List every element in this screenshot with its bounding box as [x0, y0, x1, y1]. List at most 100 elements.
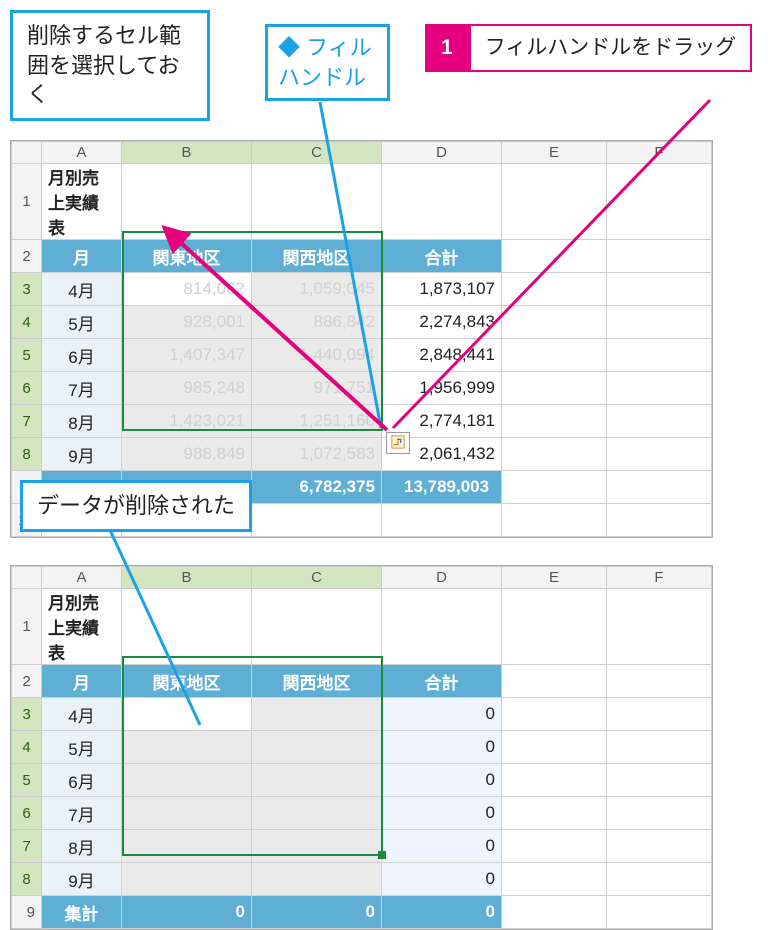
cell-A8[interactable]: 9月 — [42, 438, 122, 471]
row-header-2[interactable]: 2 — [12, 665, 42, 698]
header-kanto[interactable]: 関東地区 — [122, 240, 252, 273]
header-kansai[interactable]: 関西地区 — [252, 665, 382, 698]
cell-A9[interactable]: 集計 — [42, 896, 122, 929]
col-header-A[interactable]: A — [42, 567, 122, 589]
cell-B4[interactable]: 928,001 — [122, 306, 252, 339]
row-header-5[interactable]: 5 — [12, 764, 42, 797]
row-header-2[interactable]: 2 — [12, 240, 42, 273]
row-header-4[interactable]: 4 — [12, 731, 42, 764]
cell-A6[interactable]: 7月 — [42, 372, 122, 405]
cell-D6[interactable]: 0 — [382, 797, 502, 830]
step-text: フィルハンドルをドラッグ — [469, 24, 753, 72]
cell-B5[interactable] — [122, 764, 252, 797]
cell-D7[interactable]: 0 — [382, 830, 502, 863]
cell-B3[interactable]: 814,062 — [122, 273, 252, 306]
header-tsuki[interactable]: 月 — [42, 665, 122, 698]
callout-select-range: 削除するセル範囲を選択しておく — [10, 10, 210, 121]
col-header-A[interactable]: A — [42, 142, 122, 164]
callout-text: データが削除された — [37, 493, 235, 518]
cell-A7[interactable]: 8月 — [42, 830, 122, 863]
cell-D3[interactable]: 0 — [382, 698, 502, 731]
header-gokei[interactable]: 合計 — [382, 240, 502, 273]
cell-D8[interactable]: 0 — [382, 863, 502, 896]
cell-B7[interactable]: 1,423,021 — [122, 405, 252, 438]
cell-B8[interactable] — [122, 863, 252, 896]
cell-A6[interactable]: 7月 — [42, 797, 122, 830]
cell-D9[interactable]: 0 — [382, 896, 502, 929]
col-header-F[interactable]: F — [607, 142, 712, 164]
cell-D5[interactable]: 2,848,441 — [382, 339, 502, 372]
row-header-9[interactable]: 9 — [12, 896, 42, 929]
col-header-D[interactable]: D — [382, 567, 502, 589]
col-header-D[interactable]: D — [382, 142, 502, 164]
col-header-F[interactable]: F — [607, 567, 712, 589]
autofill-options-button[interactable] — [386, 432, 410, 454]
cell-C8[interactable]: 1,072,583 — [252, 438, 382, 471]
cell-B7[interactable] — [122, 830, 252, 863]
step-text-content: フィルハンドルをドラッグ — [485, 36, 737, 59]
row-header-3[interactable]: 3 — [12, 273, 42, 306]
cell-A4[interactable]: 5月 — [42, 731, 122, 764]
col-header-B[interactable]: B — [122, 567, 252, 589]
cell-A3[interactable]: 4月 — [42, 273, 122, 306]
sheet-title[interactable]: 月別売上実績表 — [42, 589, 122, 665]
cell-C6[interactable]: 971,751 — [252, 372, 382, 405]
cell-C5[interactable] — [252, 764, 382, 797]
cell-D4[interactable]: 2,274,843 — [382, 306, 502, 339]
row-header-8[interactable]: 8 — [12, 438, 42, 471]
row-header-7[interactable]: 7 — [12, 830, 42, 863]
cell-B6[interactable]: 985,248 — [122, 372, 252, 405]
cell-B6[interactable] — [122, 797, 252, 830]
header-kanto[interactable]: 関東地区 — [122, 665, 252, 698]
cell-B9[interactable]: 0 — [122, 896, 252, 929]
cell-B5[interactable]: 1,407,347 — [122, 339, 252, 372]
cell-C4[interactable]: 886,842 — [252, 306, 382, 339]
col-header-C[interactable]: C — [252, 142, 382, 164]
row-header-3[interactable]: 3 — [12, 698, 42, 731]
cell-A8[interactable]: 9月 — [42, 863, 122, 896]
callout-fill-handle-label: ◆ フィル ハンドル — [265, 24, 390, 101]
cell-C7[interactable] — [252, 830, 382, 863]
cell-C6[interactable] — [252, 797, 382, 830]
cell-C5[interactable]: 1,440,094 — [252, 339, 382, 372]
sheet-title[interactable]: 月別売上実績表 — [42, 164, 122, 240]
col-header-E[interactable]: E — [502, 142, 607, 164]
cell-C3[interactable] — [252, 698, 382, 731]
cell-D6[interactable]: 1,956,999 — [382, 372, 502, 405]
col-header-B[interactable]: B — [122, 142, 252, 164]
header-gokei[interactable]: 合計 — [382, 665, 502, 698]
cell-A5[interactable]: 6月 — [42, 339, 122, 372]
header-kansai[interactable]: 関西地区 — [252, 240, 382, 273]
row-header-8[interactable]: 8 — [12, 863, 42, 896]
cell-C7[interactable]: 1,251,160 — [252, 405, 382, 438]
cell-D5[interactable]: 0 — [382, 764, 502, 797]
row-header-1[interactable]: 1 — [12, 589, 42, 665]
cell-A3[interactable]: 4月 — [42, 698, 122, 731]
row-header-1[interactable]: 1 — [12, 164, 42, 240]
select-all-corner[interactable] — [12, 142, 42, 164]
row-header-4[interactable]: 4 — [12, 306, 42, 339]
row-header-5[interactable]: 5 — [12, 339, 42, 372]
spreadsheet-after[interactable]: A B C D E F 1 月別売上実績表 2 月 関東地区 関西地区 合計 — [10, 565, 713, 930]
cell-B4[interactable] — [122, 731, 252, 764]
cell-D4[interactable]: 0 — [382, 731, 502, 764]
select-all-corner[interactable] — [12, 567, 42, 589]
cell-A7[interactable]: 8月 — [42, 405, 122, 438]
cell-C3[interactable]: 1,059,045 — [252, 273, 382, 306]
cell-C4[interactable] — [252, 731, 382, 764]
row-header-7[interactable]: 7 — [12, 405, 42, 438]
cell-C9[interactable]: 0 — [252, 896, 382, 929]
col-header-E[interactable]: E — [502, 567, 607, 589]
col-header-C[interactable]: C — [252, 567, 382, 589]
cell-B3[interactable] — [122, 698, 252, 731]
callout-line1: ◆ フィル — [278, 35, 372, 60]
cell-A4[interactable]: 5月 — [42, 306, 122, 339]
spreadsheet-before[interactable]: A B C D E F 1 月別売上実績表 2 月 関東地区 関西地区 合計 — [10, 140, 713, 538]
header-tsuki[interactable]: 月 — [42, 240, 122, 273]
cell-C8[interactable] — [252, 863, 382, 896]
cell-A5[interactable]: 6月 — [42, 764, 122, 797]
cell-B8[interactable]: 988,849 — [122, 438, 252, 471]
cell-D3[interactable]: 1,873,107 — [382, 273, 502, 306]
row-header-6[interactable]: 6 — [12, 372, 42, 405]
row-header-6[interactable]: 6 — [12, 797, 42, 830]
